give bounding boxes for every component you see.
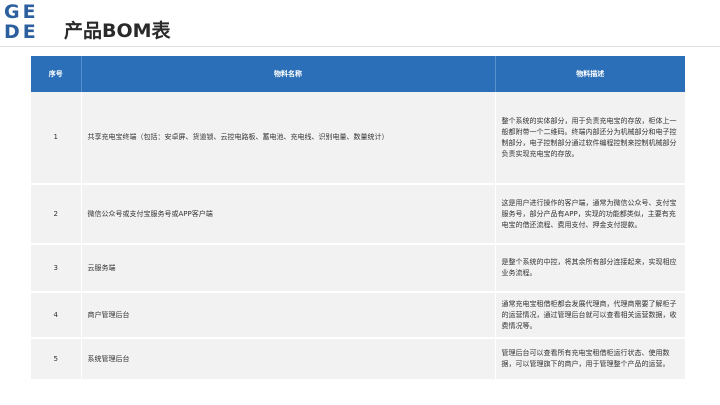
- table-row: 3 云服务端 是整个系统的中控，将其余所有部分连接起来，实现相应业务流程。: [31, 244, 685, 293]
- logo-line-1: GE: [4, 1, 39, 23]
- header-no: 序号: [31, 56, 82, 92]
- table-row: 4 商户管理后台 通常充电宝租借柜都会发展代理商，代理商需要了解柜子的运营情况，…: [31, 292, 685, 339]
- row-desc: 整个系统的实体部分，用于负责充电宝的存放，柜体上一般都附带一个二维码。终端内部还…: [495, 92, 685, 185]
- row-desc: 是整个系统的中控，将其余所有部分连接起来，实现相应业务流程。: [495, 244, 685, 293]
- row-name: 微信公众号或支付宝服务号或APP客户端: [81, 184, 496, 245]
- row-name: 系统管理后台: [81, 338, 496, 381]
- row-no: 2: [31, 184, 82, 245]
- row-no: 1: [31, 92, 82, 185]
- logo-line-2: DE: [4, 21, 39, 43]
- row-name: 共享充电宝终端（包括：安卓屏、货道锁、云控电路板、蓄电池、充电线、识别电量、数量…: [81, 92, 496, 185]
- row-name: 商户管理后台: [81, 292, 496, 339]
- row-desc: 这是用户进行操作的客户端，通常为微信公众号、支付宝服务号，部分产品有APP，实现…: [495, 184, 685, 245]
- table-header-row: 序号 物料名称 物料描述: [31, 56, 685, 92]
- header-desc: 物料描述: [495, 56, 685, 92]
- row-desc: 通常充电宝租借柜都会发展代理商，代理商需要了解柜子的运营情况，通过管理后台就可以…: [495, 292, 685, 339]
- table-row: 1 共享充电宝终端（包括：安卓屏、货道锁、云控电路板、蓄电池、充电线、识别电量、…: [31, 92, 685, 185]
- row-desc: 管理后台可以查看所有充电宝租借柜运行状态、使用数据，可以管理旗下的商户，用于管理…: [495, 338, 685, 381]
- bom-table: 序号 物料名称 物料描述 1 共享充电宝终端（包括：安卓屏、货道锁、云控电路板、…: [31, 56, 685, 381]
- row-no: 3: [31, 244, 82, 293]
- table-row: 5 系统管理后台 管理后台可以查看所有充电宝租借柜运行状态、使用数据，可以管理旗…: [31, 338, 685, 381]
- company-logo: GE DE: [4, 2, 48, 44]
- title-divider: [0, 46, 720, 47]
- table-row: 2 微信公众号或支付宝服务号或APP客户端 这是用户进行操作的客户端，通常为微信…: [31, 184, 685, 245]
- row-name: 云服务端: [81, 244, 496, 293]
- header-name: 物料名称: [81, 56, 496, 92]
- row-no: 5: [31, 338, 82, 381]
- row-no: 4: [31, 292, 82, 339]
- page-title: 产品BOM表: [64, 20, 171, 42]
